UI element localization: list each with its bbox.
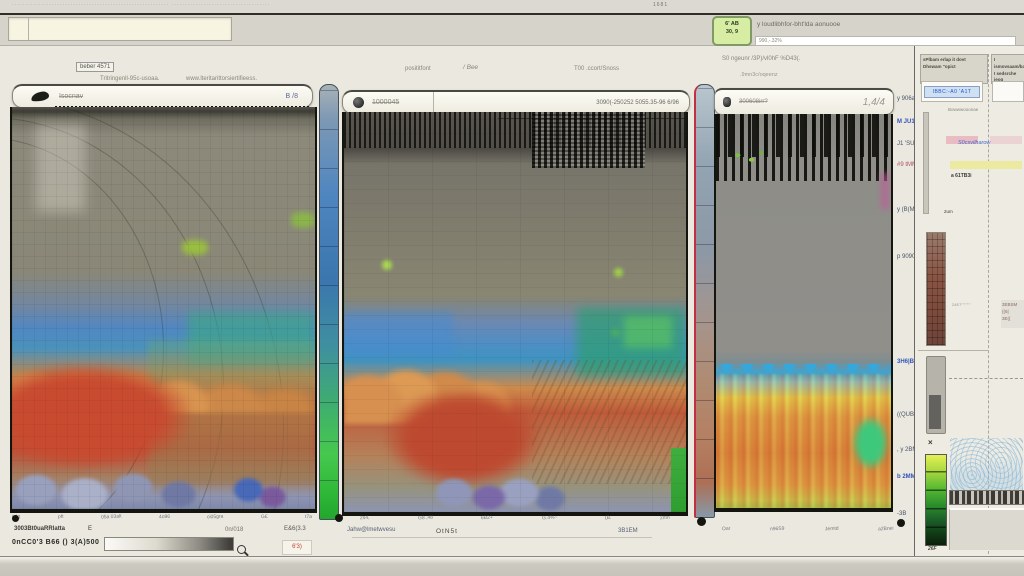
barcode-strip xyxy=(949,490,1024,505)
panel2-titlebar[interactable]: 1000045 3090(-250252 5055.35-96 6/96 xyxy=(342,90,690,114)
status-p2-right: 3B1EM xyxy=(618,528,638,534)
zoom-chip[interactable]: 6'3) xyxy=(282,540,312,555)
pink-strip-faint xyxy=(990,136,1022,144)
sidebar-tiny-mark: 2um xyxy=(944,209,953,214)
echogram-thumbnail[interactable] xyxy=(926,232,946,346)
application-window: ········································… xyxy=(0,0,1024,576)
resize-dot[interactable] xyxy=(12,515,19,522)
caption-p2-left: posititfont xyxy=(405,66,431,72)
status-ref: E&6(3.3 xyxy=(284,526,306,532)
sidebar-list-note: Bowwwooonae xyxy=(948,107,978,112)
resize-dot[interactable] xyxy=(335,514,343,522)
thumbnail-grid xyxy=(927,233,945,345)
toolbar: 6' AB 30, 9 y loudlibhfor-bht'lda aonuoo… xyxy=(0,15,1024,46)
sidebar-dark-row[interactable]: a 61TB3i xyxy=(951,173,972,179)
window-bottom-strip xyxy=(0,556,1024,576)
toolbar-address-field[interactable] xyxy=(8,17,232,41)
status-count: 0n/018 xyxy=(225,527,243,533)
panel1-header-right: B /8 xyxy=(286,93,298,100)
caption-p3-sub: .9mn3c/oqeenz xyxy=(740,72,778,78)
status-row2-left: 0nCC0'3 B66 () 3(A)500 xyxy=(12,539,99,546)
panel3-titlebar[interactable]: 300608irr? 1,4/4 xyxy=(714,88,894,115)
x-marker: × xyxy=(928,438,933,447)
magenta-streak xyxy=(881,173,890,208)
status-underline xyxy=(352,537,652,538)
status-p2-label: Jahw@lmetwvesu xyxy=(347,527,395,533)
panel1-bottom-ticks: 04gpft05a 03alt4o96ci05graG£t7a xyxy=(12,514,312,520)
magnifier-icon[interactable] xyxy=(237,545,246,554)
sidebar-scrollbar[interactable] xyxy=(923,112,929,214)
grid-texture xyxy=(344,112,686,512)
sidebar-selected-item[interactable]: IBBC:-A0 'A1T xyxy=(924,86,980,98)
panel3-header-note: 1,4/4 xyxy=(863,97,885,108)
colorbar-label: 26F xyxy=(928,546,937,552)
panel2-scale-strip[interactable] xyxy=(694,84,715,518)
resize-dot[interactable] xyxy=(897,519,905,527)
panel1-title: Isocnav xyxy=(59,93,83,100)
caption-p3-top: S0 ngeunr /3P)/vl0hF %D43(. xyxy=(722,56,800,62)
panel1-titlebar[interactable]: Isocnav B /8 xyxy=(12,84,313,108)
sidebar-divider xyxy=(918,350,988,351)
panel2-header-right: 3090(-250252 5055.35-96 6/96 xyxy=(596,100,679,106)
colorbar-segments xyxy=(926,455,946,545)
header-divider xyxy=(433,92,434,113)
panel2-title: 1000045 xyxy=(372,99,399,106)
scale-strip-ticks xyxy=(696,85,714,517)
panel2-bottom-ticks: 2s4,G8 ,486B2+G.4%~(B.2mn xyxy=(360,515,670,521)
status-p2-mid: OtN5t xyxy=(436,528,458,535)
status-row1-e: E xyxy=(88,526,92,532)
sonar-icon xyxy=(353,97,364,108)
title-micro-right: 1681 xyxy=(653,2,693,10)
fish-icon xyxy=(30,91,49,103)
probe-icon xyxy=(723,97,731,107)
toolbar-menu-label: y loudlibhfor-bht'lda aonuooe xyxy=(757,21,840,28)
panel3-bottom-ticks: Oarn96S9Jemtda2Bnei xyxy=(722,526,894,532)
zoom-slider[interactable] xyxy=(104,537,234,551)
panel1-scale-strip[interactable] xyxy=(319,84,339,520)
status-row1-left: 3003Bt0uaRRlatta xyxy=(14,526,65,532)
panel3-title: 300608irr? xyxy=(739,99,768,105)
plot-crosshair-h xyxy=(949,378,1023,380)
panel3-echogram[interactable] xyxy=(714,114,893,512)
caption-p1-sub2: www.lteritarittorsiertifieess. xyxy=(186,76,257,82)
scale-strip-ticks xyxy=(320,85,338,519)
grid-texture xyxy=(12,107,315,509)
color-scale-bar[interactable] xyxy=(925,454,947,546)
caption-p2-mid: / Bee xyxy=(463,64,478,71)
sidebar-blue-row[interactable]: S0csvilharow xyxy=(958,140,990,146)
badge-line2: 30, 9 xyxy=(717,28,747,36)
plot-note-block: 3EBSM((6|3E(( xyxy=(1001,300,1024,328)
scroll-thumb[interactable] xyxy=(926,356,946,434)
yellow-strip xyxy=(950,161,1022,169)
caption-p1-sub: Tritringenll-95c-usoaa. xyxy=(100,76,159,82)
badge-line1: 6' AB xyxy=(717,20,747,28)
sidebar-empty-panel xyxy=(949,508,1024,550)
sidebar-col2-header[interactable]: I ismovsaam/ba I sedsrche ieoq xyxy=(991,54,1024,84)
thumb-dark-block xyxy=(929,395,941,429)
sidebar-col1-header[interactable]: sPlbam erlap it dovt Dhswam "opict xyxy=(920,54,988,84)
caption-box: beber 4571 xyxy=(76,62,114,72)
sidebar: sPlbam erlap it dovt Dhswam "opict IBBC:… xyxy=(915,46,1024,556)
green-patch xyxy=(853,417,888,468)
title-strip: ········································… xyxy=(0,0,1024,14)
panel1-echogram[interactable] xyxy=(10,107,317,513)
sidebar-col2-inset xyxy=(992,81,1024,102)
resize-dot[interactable] xyxy=(697,517,706,526)
sidebar-col1-inset: IBBC:-A0 'A1T xyxy=(921,81,983,102)
title-micro-text: ········································… xyxy=(12,2,472,10)
field-divider xyxy=(28,18,29,40)
record-badge-button[interactable]: 6' AB 30, 9 xyxy=(712,16,752,46)
panel2-echogram[interactable] xyxy=(342,112,688,516)
green-speckles xyxy=(730,146,769,170)
plot-tiny-header: 24E7'''''''''''' xyxy=(952,302,971,307)
caption-p2-right: T00 .ccort/Snoss xyxy=(574,66,619,72)
